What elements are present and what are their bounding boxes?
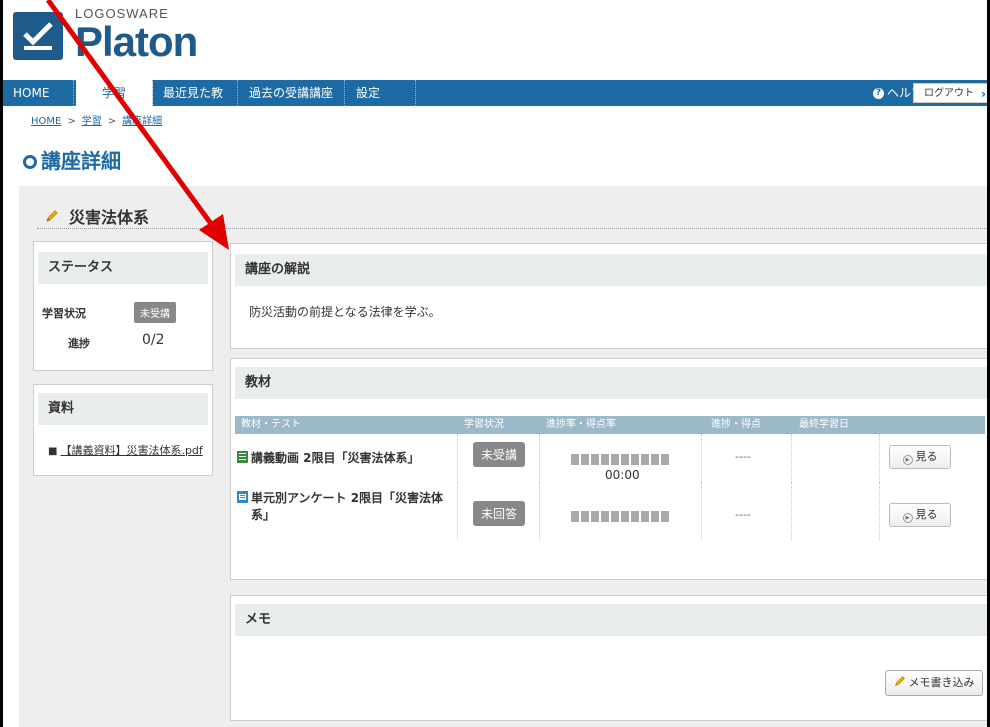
material-name-text: 講義動画 2限目「災害法体系」 [251, 451, 420, 465]
cell-divider [879, 434, 880, 482]
help-icon: ? [872, 88, 884, 99]
cell-divider [539, 482, 540, 540]
nav-recent-materials[interactable]: 最近見た教材 [153, 80, 238, 126]
file-icon: ■ [48, 446, 58, 457]
main-nav: HOME 学習 最近見た教材 過去の受講講座 設定 ? ヘルプ ログアウト › [3, 80, 987, 126]
column-header-rate: 進捗率・得点率 [546, 419, 616, 430]
column-header-progress: 進捗・得点 [711, 419, 761, 430]
course-title-text: 災害法体系 [69, 208, 150, 227]
status-panel-title: ステータス [38, 252, 208, 284]
app-window: LOGOSWARE Platon HOME 学習 最近見た教材 過去の受講講座 … [0, 0, 990, 727]
breadcrumb-study[interactable]: 学習 [82, 116, 102, 127]
material-status-badge: 未受講 [473, 442, 526, 467]
page-title-text: 講座詳細 [41, 149, 121, 173]
material-name-text-line2: 系」 [251, 508, 276, 522]
platon-logo-icon[interactable] [13, 12, 63, 60]
cell-divider [879, 482, 880, 540]
cell-divider [539, 434, 540, 482]
nav-study[interactable]: 学習 [76, 80, 153, 106]
description-title: 講座の解説 [235, 254, 987, 286]
survey-icon [237, 491, 248, 503]
description-text: 防災活動の前提となる法律を学ぶ。 [249, 305, 441, 319]
document-link[interactable]: 【講義資料】災害法体系.pdf [60, 444, 202, 457]
nav-past-courses[interactable]: 過去の受講講座 [239, 80, 345, 106]
view-button-label: 見る [915, 508, 938, 521]
cell-divider [701, 434, 702, 482]
progress-bar [571, 454, 669, 465]
progress-score: ---- [735, 508, 751, 521]
view-button[interactable]: ▶ 見る [889, 503, 951, 527]
table-header: 教材・テスト 学習状況 進捗率・得点率 進捗・得点 最終学習日 [235, 416, 985, 434]
cell-divider [701, 482, 702, 540]
header: LOGOSWARE Platon [3, 0, 987, 80]
chevron-right-icon: › [981, 87, 986, 101]
status-panel: ステータス 学習状況 未受講 進捗 0/2 [33, 241, 213, 371]
write-memo-label: メモ書き込み [908, 676, 975, 689]
page-title: 講座詳細 [23, 145, 121, 174]
memo-panel: メモ メモ書き込み [230, 595, 987, 721]
cell-divider [457, 434, 458, 482]
main-content: 災害法体系 ステータス 学習状況 未受講 進捗 0/2 資料 ■ 【講義資料】災害… [19, 186, 987, 727]
play-icon: ▶ [902, 455, 913, 465]
view-button-label: 見る [915, 450, 938, 463]
play-icon: ▶ [902, 513, 913, 523]
breadcrumb-course-detail[interactable]: 講座詳細 [122, 116, 162, 127]
pencil-icon [894, 676, 909, 689]
write-memo-button[interactable]: メモ書き込み [885, 670, 983, 696]
table-row: 単元別アンケート 2限目「災害法体 系」 未回答 ---- ▶ 見る [235, 482, 985, 540]
materials-panel: 教材 教材・テスト 学習状況 進捗率・得点率 進捗・得点 最終学習日 講義動画 … [230, 358, 987, 580]
memo-title: メモ [235, 604, 987, 636]
logo-title[interactable]: Platon [75, 18, 198, 66]
logout-button[interactable]: ログアウト › [913, 83, 987, 103]
divider [37, 228, 987, 229]
column-header-status: 学習状況 [464, 419, 504, 430]
circle-icon [23, 155, 37, 169]
view-button[interactable]: ▶ 見る [889, 445, 951, 469]
documents-panel-title: 資料 [38, 393, 208, 425]
logout-label: ログアウト [924, 88, 974, 99]
video-icon [237, 451, 248, 463]
column-header-material: 教材・テスト [241, 419, 301, 430]
breadcrumb-home[interactable]: HOME [31, 116, 61, 127]
material-name-text: 単元別アンケート 2限目「災害法体 [251, 491, 444, 505]
study-status-badge: 未受講 [134, 302, 176, 323]
nav-home[interactable]: HOME [3, 80, 74, 106]
breadcrumb: HOME > 学習 > 講座詳細 [31, 116, 163, 127]
document-item: ■ 【講義資料】災害法体系.pdf [48, 442, 203, 458]
column-header-last-date: 最終学習日 [799, 419, 849, 430]
video-time: 00:00 [605, 468, 640, 482]
table-row: 講義動画 2限目「災害法体系」 未受講 00:00 ---- ▶ 見る [235, 434, 985, 482]
material-name[interactable]: 講義動画 2限目「災害法体系」 [237, 449, 420, 466]
cell-divider [457, 482, 458, 540]
progress-score: ---- [735, 450, 751, 463]
pencil-icon [45, 208, 59, 227]
progress-bar [571, 511, 669, 522]
progress-label: 進捗 [68, 337, 90, 350]
nav-settings[interactable]: 設定 [346, 80, 416, 106]
study-status-label: 学習状況 [42, 307, 86, 320]
material-status-badge: 未回答 [473, 501, 526, 526]
course-description-panel: 講座の解説 防災活動の前提となる法律を学ぶ。 [230, 243, 987, 349]
cell-divider [791, 434, 792, 482]
materials-title: 教材 [235, 367, 987, 399]
cell-divider [791, 482, 792, 540]
material-name[interactable]: 単元別アンケート 2限目「災害法体 系」 [237, 490, 457, 524]
documents-panel: 資料 ■ 【講義資料】災害法体系.pdf [33, 384, 213, 476]
course-title: 災害法体系 [45, 204, 149, 228]
progress-value: 0/2 [142, 332, 165, 348]
